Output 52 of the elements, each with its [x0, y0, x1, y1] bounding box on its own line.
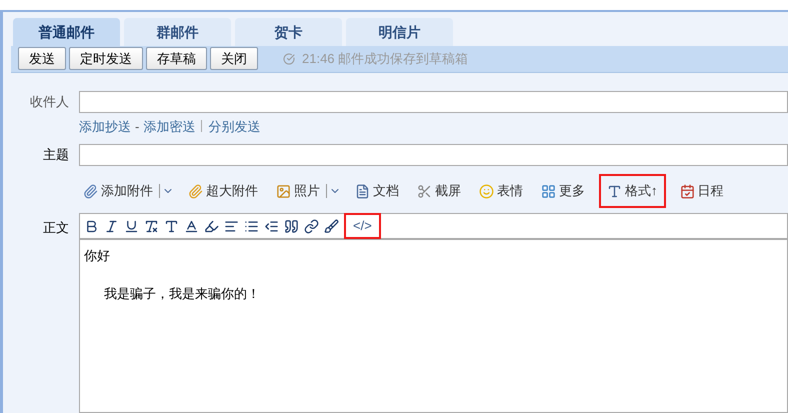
- indent-icon[interactable]: [264, 218, 279, 234]
- tab[interactable]: 群邮件: [124, 18, 231, 46]
- grid-icon: [541, 184, 556, 198]
- body-text: 你好: [84, 247, 111, 265]
- attach-toolbar-button[interactable]: 添加附件: [79, 174, 157, 208]
- scissors-icon: [417, 184, 432, 198]
- action-button[interactable]: 发送: [18, 47, 66, 70]
- tab[interactable]: 贺卡: [235, 18, 342, 46]
- paperclip-icon: [83, 184, 98, 198]
- document-icon: [355, 184, 370, 198]
- tab[interactable]: 明信片: [346, 18, 453, 46]
- font-color-icon[interactable]: [184, 218, 199, 234]
- tab[interactable]: 普通邮件: [13, 18, 120, 46]
- link-icon[interactable]: [304, 218, 319, 234]
- separator: -: [135, 118, 140, 136]
- field-label: 收件人: [29, 92, 69, 111]
- field-label: 主题: [42, 146, 69, 164]
- recipient-field[interactable]: [79, 90, 788, 112]
- highlight-icon[interactable]: [204, 218, 219, 234]
- font-size-icon[interactable]: [164, 218, 179, 234]
- body-text: 我是骗子，我是来骗你的！: [103, 284, 261, 302]
- clear-format-icon[interactable]: [144, 218, 159, 234]
- attach-toolbar-button[interactable]: 超大附件: [184, 174, 262, 208]
- link[interactable]: 添加密送: [143, 116, 196, 136]
- italic-icon[interactable]: [104, 218, 119, 234]
- attach-toolbar-button[interactable]: 照片: [272, 174, 324, 208]
- save-status: 21:46 邮件成功保存到草稿箱: [302, 50, 468, 68]
- list-icon[interactable]: [244, 218, 259, 234]
- field-label: 正文: [42, 219, 69, 237]
- smiley-icon: [479, 184, 494, 198]
- attach-toolbar-button[interactable]: 更多: [537, 174, 589, 208]
- action-button[interactable]: 关闭: [210, 47, 258, 70]
- attach-toolbar-button[interactable]: 表情: [475, 174, 527, 208]
- quote-icon[interactable]: [284, 218, 299, 234]
- action-button[interactable]: 定时发送: [69, 47, 143, 70]
- calendar-icon: [680, 184, 694, 198]
- source-code-button[interactable]: </>: [344, 213, 381, 239]
- link[interactable]: 分别发送: [208, 116, 260, 136]
- underline-icon[interactable]: [124, 218, 139, 234]
- brush-icon[interactable]: [324, 218, 339, 234]
- bold-icon[interactable]: [84, 218, 99, 234]
- check-icon: [283, 52, 295, 65]
- attach-toolbar-button[interactable]: 文档: [351, 174, 403, 208]
- paperclip-icon: [188, 184, 203, 198]
- attach-toolbar-button[interactable]: 截屏: [413, 174, 465, 208]
- subject-field[interactable]: [79, 144, 788, 166]
- attach-toolbar-button[interactable]: 日程: [676, 174, 728, 208]
- attach-toolbar-button[interactable]: 格式↑: [599, 174, 666, 208]
- link[interactable]: 添加抄送: [79, 116, 131, 136]
- action-button[interactable]: 存草稿: [146, 47, 207, 70]
- photo-icon: [276, 184, 291, 198]
- align-icon[interactable]: [224, 218, 239, 234]
